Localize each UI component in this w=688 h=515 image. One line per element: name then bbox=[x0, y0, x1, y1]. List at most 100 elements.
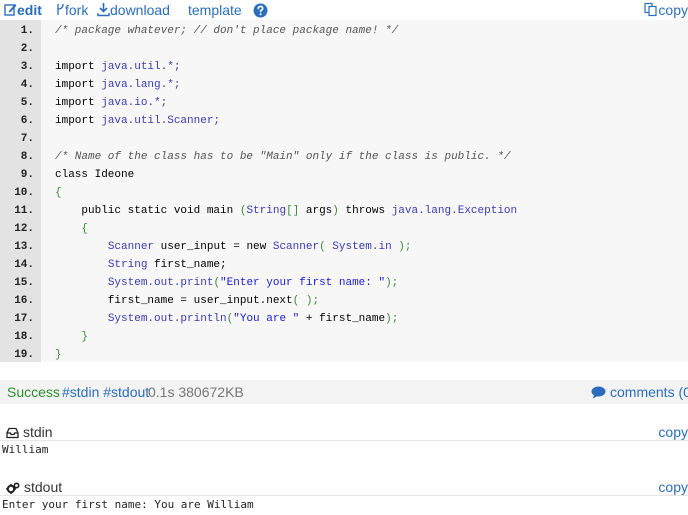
code-text: import java.util.*; bbox=[55, 58, 180, 76]
gears-icon bbox=[6, 481, 20, 497]
result-bar: Success #stdin #stdout 0.1s 380672KB com… bbox=[0, 380, 688, 404]
fork-button[interactable]: fork bbox=[56, 2, 88, 18]
code-token: Scanner bbox=[272, 241, 320, 253]
line-number: 12. bbox=[14, 223, 34, 235]
comments-link[interactable]: comments (0 bbox=[591, 380, 688, 406]
code-token: System.out.println bbox=[107, 313, 227, 325]
stdin-content: William bbox=[2, 443, 49, 456]
edit-label: edit bbox=[17, 2, 42, 18]
code-text: { bbox=[55, 184, 62, 202]
code-text: /* Name of the class has to be "Main" on… bbox=[55, 148, 510, 166]
download-button[interactable]: download bbox=[97, 2, 170, 18]
line-number: 2. bbox=[20, 43, 34, 55]
stdout-title: stdout bbox=[6, 479, 62, 497]
code-line: 11. public static void main (String[] ar… bbox=[0, 202, 688, 220]
inbox-icon bbox=[6, 426, 19, 442]
line-number: 13. bbox=[14, 241, 34, 253]
line-number: 3. bbox=[20, 61, 34, 73]
line-number: 4. bbox=[20, 79, 34, 91]
stdin-header: stdin copy bbox=[0, 422, 688, 441]
line-number: 16. bbox=[14, 295, 34, 307]
stdin-label: stdin bbox=[23, 424, 53, 440]
code-token: ) bbox=[332, 205, 339, 217]
code-line: 16. first_name = user_input.next( ); bbox=[0, 292, 688, 310]
edit-icon bbox=[4, 2, 17, 20]
code-token: import bbox=[55, 79, 102, 91]
help-button[interactable] bbox=[253, 3, 268, 19]
code-token: String bbox=[107, 259, 148, 271]
code-text: import java.util.Scanner; bbox=[55, 112, 220, 130]
code-token: java.util.Scanner; bbox=[101, 115, 221, 127]
code-token: public static void main bbox=[81, 205, 240, 217]
line-number: 18. bbox=[14, 331, 34, 343]
code-token: } bbox=[81, 331, 89, 343]
edit-button[interactable]: edit bbox=[4, 2, 42, 18]
code-line: 6. import java.util.Scanner; bbox=[0, 112, 688, 130]
code-text: } bbox=[55, 346, 62, 364]
line-number: 1. bbox=[20, 25, 34, 37]
code-text: class Ideone bbox=[55, 166, 134, 184]
code-lines: 1. /* package whatever; // don't place pa… bbox=[0, 22, 688, 364]
code-token: user_input = bbox=[154, 241, 247, 253]
line-number: 11. bbox=[14, 205, 34, 217]
comment-icon bbox=[591, 382, 606, 406]
stdout-label: stdout bbox=[24, 479, 63, 495]
io-anchor-links[interactable]: #stdin #stdout bbox=[62, 380, 149, 404]
code-line: 2. bbox=[0, 40, 688, 58]
code-line: 10. { bbox=[0, 184, 688, 202]
line-number: 17. bbox=[14, 313, 34, 325]
code-token: "Enter your first name: " bbox=[220, 277, 386, 289]
stdout-content: Enter your first name: You are William bbox=[2, 498, 254, 511]
status-badge: Success bbox=[7, 384, 60, 400]
code-line: 18. } bbox=[0, 328, 688, 346]
code-text: public static void main (String[] args) … bbox=[55, 202, 517, 220]
copy-icon bbox=[644, 2, 658, 20]
code-token: System.out.print bbox=[107, 277, 214, 289]
stdout-copy-button[interactable]: copy bbox=[658, 479, 688, 495]
code-token: Scanner bbox=[107, 241, 155, 253]
line-number: 7. bbox=[20, 133, 34, 145]
code-token: java.util.*; bbox=[101, 61, 181, 73]
code-text: /* package whatever; // don't place pack… bbox=[55, 22, 398, 40]
line-number: 15. bbox=[14, 277, 34, 289]
line-number: 9. bbox=[20, 169, 34, 181]
stdout-header: stdout copy bbox=[0, 477, 688, 496]
line-number: 8. bbox=[20, 151, 34, 163]
code-token: java.io.*; bbox=[101, 97, 168, 109]
code-token: java.lang.*; bbox=[101, 79, 181, 91]
code-line: 12. { bbox=[0, 220, 688, 238]
stdin-title: stdin bbox=[6, 424, 53, 442]
line-number: 14. bbox=[14, 259, 34, 271]
code-token: args bbox=[299, 205, 333, 217]
line-number: 10. bbox=[14, 187, 34, 199]
code-token: ( ); bbox=[292, 295, 320, 307]
code-line: 3. import java.util.*; bbox=[0, 58, 688, 76]
copy-code-button[interactable]: copy bbox=[644, 2, 688, 18]
template-link[interactable]: template bbox=[188, 2, 242, 18]
code-token: /* Name of the class has to be "Main" on… bbox=[55, 151, 511, 163]
code-token: import bbox=[55, 97, 102, 109]
code-token: first_name; bbox=[147, 259, 227, 271]
code-text: { bbox=[55, 220, 88, 238]
code-token: java.lang.Exception bbox=[391, 205, 518, 217]
code-text: Scanner user_input = new Scanner( System… bbox=[55, 238, 412, 256]
toolbar: edit fork download template copy bbox=[0, 0, 688, 20]
code-editor: 1. /* package whatever; // don't place pa… bbox=[0, 20, 688, 362]
code-token: "You are " bbox=[233, 313, 300, 325]
line-number: 6. bbox=[20, 115, 34, 127]
stdin-copy-button[interactable]: copy bbox=[658, 424, 688, 440]
code-line: 13. Scanner user_input = new Scanner( Sy… bbox=[0, 238, 688, 256]
code-text: System.out.println("You are " + first_na… bbox=[55, 310, 398, 328]
code-line: 5. import java.io.*; bbox=[0, 94, 688, 112]
template-label: template bbox=[188, 2, 242, 18]
code-line: 15. System.out.print("Enter your first n… bbox=[0, 274, 688, 292]
code-token: } bbox=[55, 349, 62, 361]
code-text: import java.lang.*; bbox=[55, 76, 180, 94]
